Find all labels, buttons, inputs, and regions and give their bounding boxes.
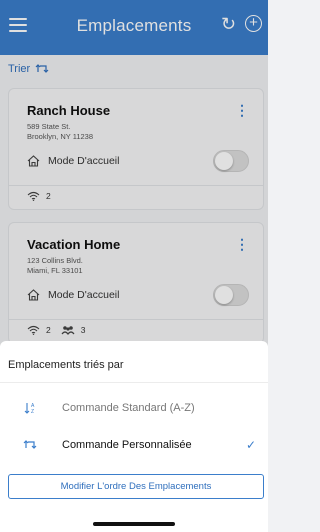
sort-option-label: Commande Standard (A-Z) [62,402,195,414]
sheet-title: Emplacements triés par [8,359,124,371]
svg-text:Z: Z [31,409,34,414]
home-indicator[interactable] [93,522,175,526]
edit-order-button[interactable]: Modifier L'ordre Des Emplacements [8,474,264,499]
sort-alpha-icon: A Z [24,403,35,414]
sort-option-label: Commande Personnalisée [62,439,192,451]
sort-option-standard[interactable]: A Z Commande Standard (A-Z) [0,398,268,418]
sheet-divider [0,382,268,383]
sort-bottom-sheet: Emplacements triés par A Z Commande Stan… [0,341,268,532]
reorder-arrows-icon [23,440,37,449]
checkmark-icon: ✓ [245,438,256,452]
sort-option-custom[interactable]: Commande Personnalisée ✓ [0,435,268,455]
